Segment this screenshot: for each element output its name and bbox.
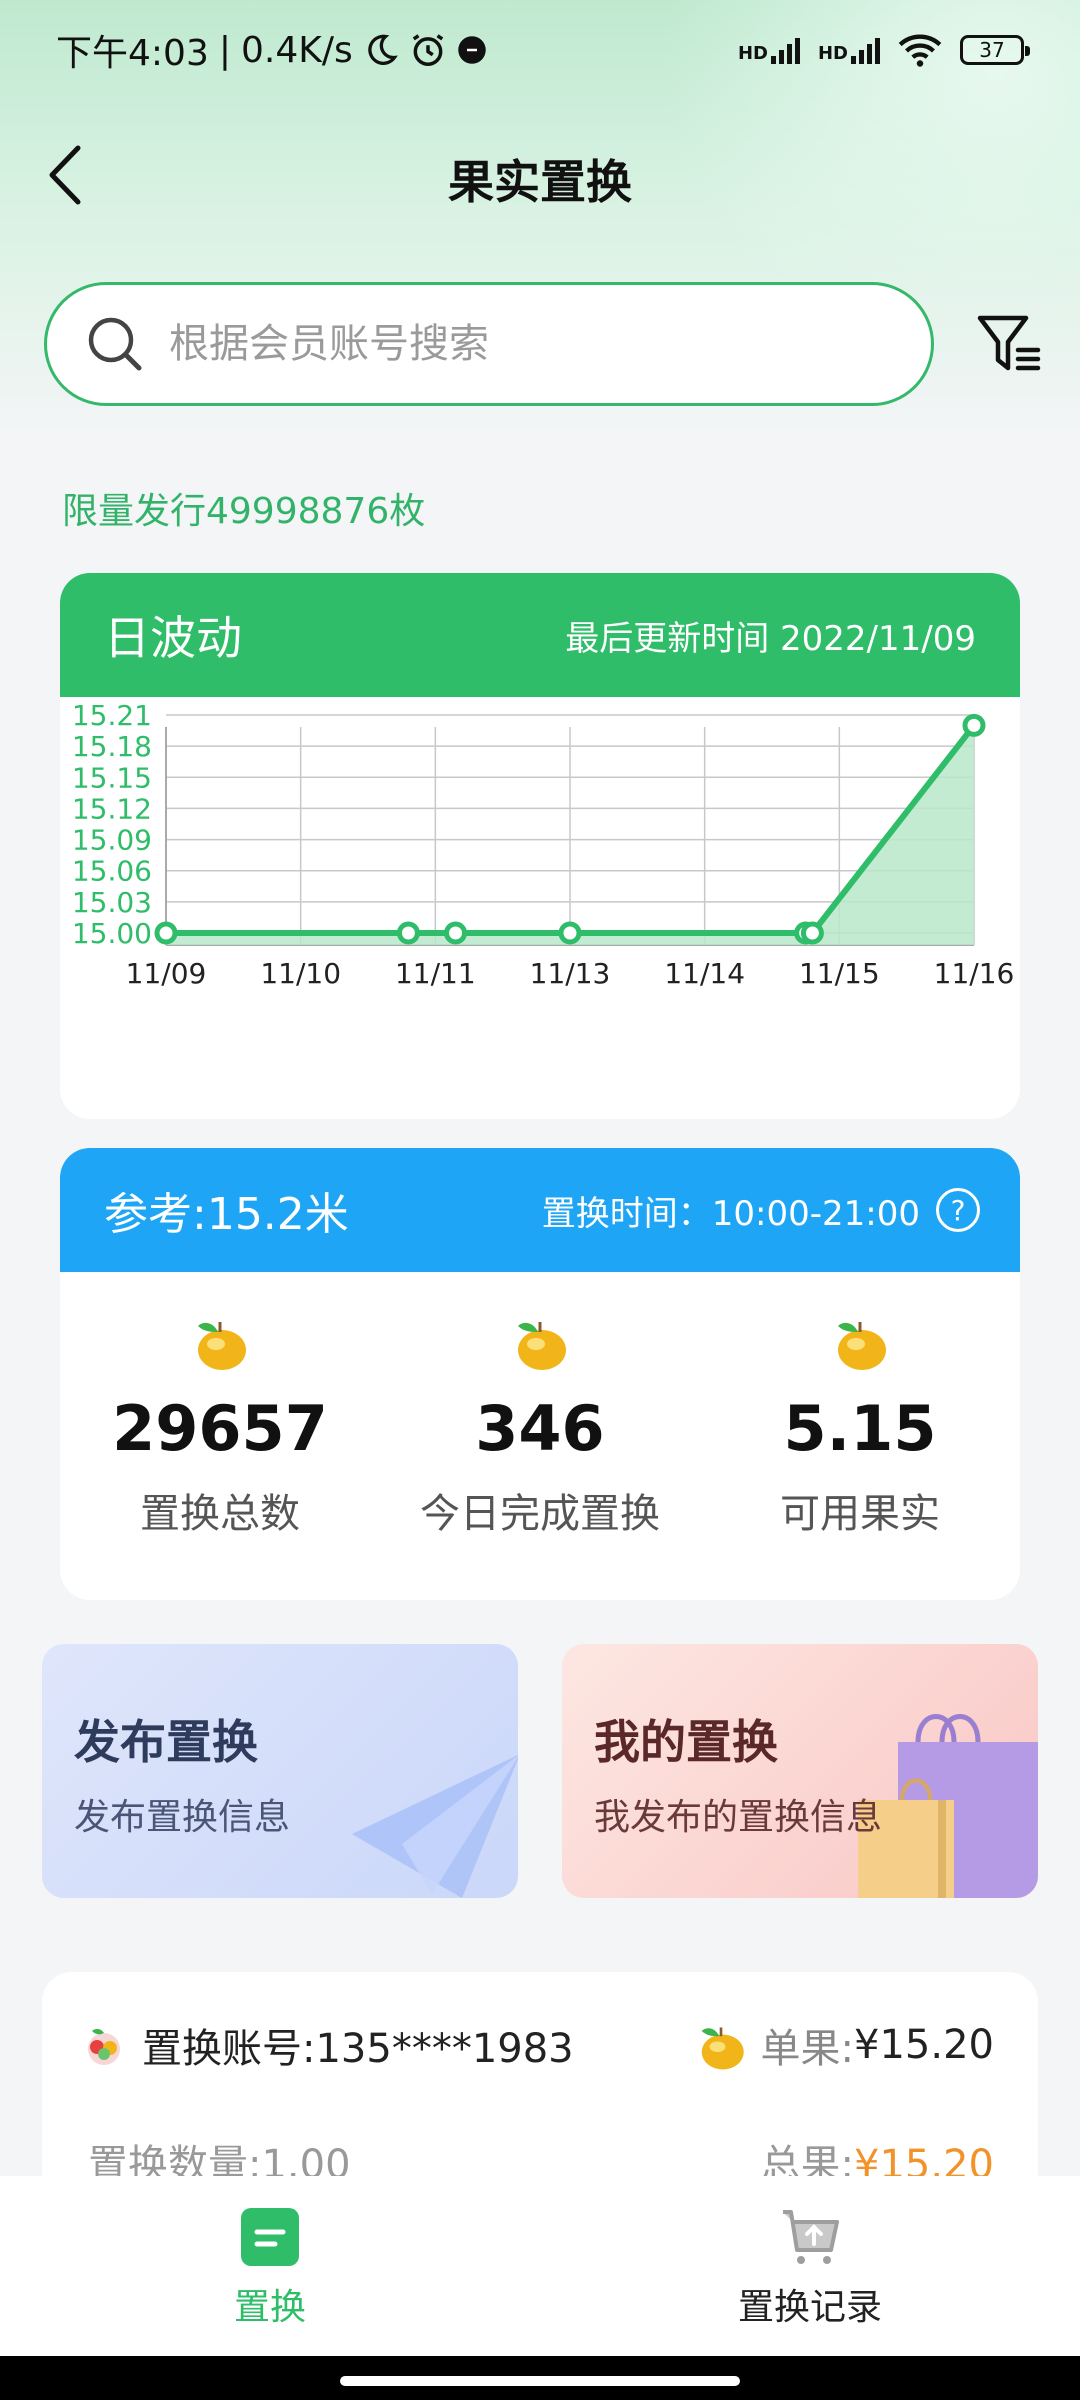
stats-row: 29657 置换总数 346 今日完成置换 5.15 可用果实 [60, 1272, 1020, 1539]
status-separator: | [218, 29, 231, 71]
moon-icon [368, 34, 398, 65]
mine-title: 我的置换 [594, 1715, 778, 1769]
data-point [154, 921, 178, 945]
y-tick-label: 15.18 [72, 730, 152, 763]
fruit-basket-icon [88, 2029, 120, 2065]
x-tick-label: 11/09 [126, 957, 207, 990]
mine-subtitle: 我发布的置换信息 [594, 1797, 883, 1838]
alarm-icon [412, 34, 443, 66]
publish-subtitle: 发布置换信息 [74, 1797, 291, 1838]
home-indicator[interactable] [340, 2376, 740, 2386]
search-box[interactable] [44, 282, 934, 406]
y-tick-label: 15.09 [72, 824, 152, 857]
chart-update-time: 最后更新时间 2022/11/09 [565, 618, 976, 659]
signal-1-label: HD [737, 43, 768, 64]
nav-label-exchange: 置换 [233, 2287, 306, 2328]
data-point [962, 713, 986, 737]
x-tick-label: 11/16 [934, 957, 1015, 990]
exchange-time-label: 置换时间：10:00-21:00 [541, 1193, 920, 1234]
status-right: HD HD 37 [738, 32, 1030, 68]
limited-issue-text: 限量发行49998876枚 [62, 491, 426, 532]
app-notification-icon [457, 36, 486, 64]
stat-value: 5.15 [783, 1392, 937, 1465]
battery-level: 37 [979, 38, 1005, 62]
search-icon [88, 317, 142, 371]
signal-1: HD [738, 36, 800, 64]
reference-header: 参考:15.2米 置换时间：10:00-21:00 ? [60, 1148, 1020, 1272]
record-account-text: 置换账号:135****1983 [142, 2026, 574, 2072]
stat-available-fruit: 5.15 可用果实 [700, 1310, 1020, 1539]
fruit-icon [838, 1322, 886, 1370]
my-exchange-card[interactable]: 我的置换 我发布的置换信息 [562, 1644, 1038, 1898]
stat-value: 346 [475, 1392, 605, 1465]
record-unit-price: 单果: ¥15.20 [693, 2016, 994, 2074]
exchange-tab-icon [241, 2208, 299, 2266]
status-bar: 下午4:03 | 0.4K/s HD HD 37 [0, 0, 1080, 100]
y-tick-label: 15.12 [72, 792, 152, 825]
reference-price: 参考:15.2米 [104, 1189, 349, 1240]
record-row-1: 置换账号:135****1983 单果: ¥15.20 [82, 2016, 994, 2074]
wifi-icon [898, 34, 942, 67]
chart-title: 日波动 [104, 611, 242, 665]
publish-title: 发布置换 [74, 1715, 258, 1769]
fruit-icon [198, 1322, 246, 1370]
battery-icon: 37 [960, 35, 1030, 65]
signal-bars-icon [770, 36, 800, 64]
status-time: 下午4:03 [56, 33, 209, 74]
data-point [558, 921, 582, 945]
nav-tab-exchange[interactable]: 置换 [0, 2176, 540, 2356]
reference-card: 参考:15.2米 置换时间：10:00-21:00 ? 29657 置换总数 3… [60, 1148, 1020, 1600]
fruit-icon [701, 2027, 744, 2070]
signal-2-label: HD [817, 43, 848, 64]
x-tick-label: 11/10 [260, 957, 341, 990]
unit-price-value: ¥15.20 [854, 2022, 994, 2068]
y-tick-label: 15.06 [72, 855, 152, 888]
publish-exchange-card[interactable]: 发布置换 发布置换信息 [42, 1644, 518, 1898]
status-left: 下午4:03 | 0.4K/s [56, 24, 487, 76]
help-icon[interactable]: ? [936, 1188, 980, 1232]
cart-upload-icon [783, 2210, 839, 2264]
unit-price-label: 单果: [760, 2026, 855, 2072]
y-tick-label: 15.21 [72, 699, 152, 732]
nav-tab-records[interactable]: 置换记录 [540, 2176, 1080, 2356]
filter-icon[interactable] [976, 310, 1042, 376]
stat-label: 可用果实 [780, 1491, 940, 1537]
stat-value: 29657 [112, 1392, 328, 1465]
signal-2: HD [818, 36, 880, 64]
data-point [800, 921, 824, 945]
signal-bars-icon [851, 36, 880, 64]
fruit-icon [518, 1322, 566, 1370]
y-tick-label: 15.00 [72, 917, 152, 950]
y-tick-label: 15.15 [72, 761, 152, 794]
bottom-nav: 置换 置换记录 [0, 2176, 1080, 2356]
stat-today-completed: 346 今日完成置换 [380, 1310, 700, 1539]
y-tick-label: 15.03 [72, 886, 152, 919]
stat-label: 今日完成置换 [420, 1491, 660, 1537]
page-title: 果实置换 [448, 155, 632, 209]
header: 果实置换 [0, 120, 1080, 230]
exchange-time: 置换时间：10:00-21:00 ? [542, 1186, 980, 1235]
x-tick-label: 11/14 [664, 957, 745, 990]
search-input[interactable] [169, 321, 869, 367]
x-tick-label: 11/13 [530, 957, 611, 990]
data-point [444, 921, 468, 945]
line-chart: 15.0015.0315.0615.0915.1215.1515.1815.21… [72, 699, 1015, 990]
x-tick-label: 11/15 [799, 957, 880, 990]
data-point [396, 921, 420, 945]
record-account: 置换账号:135****1983 [82, 2016, 574, 2074]
status-network-speed: 0.4K/s [240, 29, 353, 71]
x-tick-label: 11/11 [395, 957, 476, 990]
daily-fluctuation-card: 日波动 最后更新时间 2022/11/09 15.00 15.03 15.06 15.… [60, 573, 1020, 1119]
chart-header: 日波动 最后更新时间 2022/11/09 [60, 573, 1020, 697]
stat-total-exchanges: 29657 置换总数 [60, 1310, 380, 1539]
stat-label: 置换总数 [140, 1491, 300, 1537]
nav-label-records: 置换记录 [737, 2287, 882, 2328]
